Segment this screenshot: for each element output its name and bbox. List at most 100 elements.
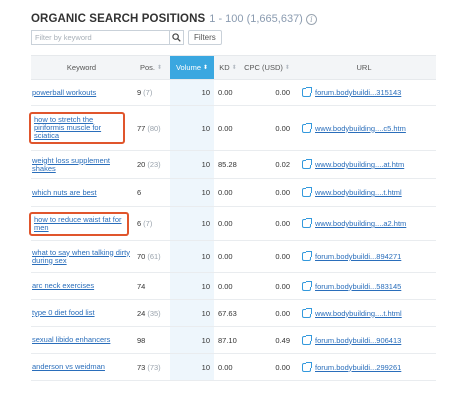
- cpc-value: 0.00: [275, 188, 290, 197]
- cpc-value: 0.00: [275, 308, 290, 318]
- volume-value: 10: [201, 188, 210, 197]
- previous-position: (35): [147, 308, 161, 318]
- position-value: 6: [137, 188, 142, 197]
- cpc-value: 0.02: [275, 160, 290, 169]
- keyword-link[interactable]: sexual libido enhancers: [32, 336, 110, 344]
- url-link[interactable]: www.bodybuilding....a2.htm: [315, 219, 406, 228]
- sort-icon: ⬍: [231, 64, 237, 71]
- url-link[interactable]: www.bodybuilding....t.html: [315, 188, 402, 197]
- table-row: arc neck exercises 74 10 0.00 0.00 forum…: [31, 273, 436, 300]
- previous-position: (73): [147, 362, 161, 372]
- previous-position: (7): [143, 219, 153, 228]
- volume-value: 10: [201, 88, 210, 97]
- previous-position: (7): [143, 88, 153, 97]
- kd-value: 0.00: [218, 188, 233, 197]
- position-value: 6: [137, 219, 142, 228]
- external-link-icon[interactable]: [302, 187, 312, 197]
- external-link-icon[interactable]: [302, 122, 312, 133]
- volume-value: 10: [201, 308, 210, 318]
- cpc-value: 0.00: [275, 88, 290, 97]
- column-header-keyword[interactable]: Keyword: [31, 56, 132, 79]
- kd-value: 85.28: [218, 160, 237, 169]
- cpc-value: 0.00: [275, 219, 290, 228]
- position-value: 73: [137, 362, 146, 372]
- keyword-filter-input[interactable]: [31, 30, 169, 45]
- kd-value: 0.00: [218, 123, 233, 133]
- positions-table: Keyword Pos. ⬍ Volume ⬍ KD ⬍ CPC (USD) ⬍ URL…: [29, 55, 436, 381]
- url-link[interactable]: www.bodybuilding....at.htm: [315, 160, 404, 169]
- column-header-url[interactable]: URL: [292, 56, 436, 79]
- volume-value: 10: [201, 362, 210, 372]
- volume-value: 10: [201, 281, 210, 291]
- search-button[interactable]: [169, 30, 184, 45]
- url-link[interactable]: forum.bodybuildi...299261: [315, 363, 401, 372]
- previous-position: (23): [147, 160, 161, 169]
- url-link[interactable]: forum.bodybuildi...906413: [315, 336, 401, 345]
- table-row: weight loss supplement shakes 20 (23) 10 …: [31, 151, 436, 179]
- cpc-value: 0.49: [275, 335, 290, 345]
- position-value: 74: [137, 281, 146, 291]
- table-row: powerball workouts 9 (7) 10 0.00 0.00 for…: [31, 80, 436, 106]
- keyword-link[interactable]: how to stretch the piriformis muscle for…: [29, 112, 125, 144]
- position-value: 98: [137, 335, 146, 345]
- external-link-icon[interactable]: [302, 280, 312, 291]
- table-row: sexual libido enhancers 98 10 87.10 0.49…: [31, 327, 436, 354]
- table-row: how to reduce waist fat for men 6 (7) 10 …: [29, 207, 436, 241]
- volume-value: 10: [201, 335, 210, 345]
- kd-value: 0.00: [218, 281, 233, 291]
- external-link-icon[interactable]: [302, 334, 312, 345]
- external-link-icon[interactable]: [302, 159, 312, 169]
- table-header-row: Keyword Pos. ⬍ Volume ⬍ KD ⬍ CPC (USD) ⬍ URL: [31, 55, 436, 80]
- keyword-link[interactable]: weight loss supplement shakes: [32, 156, 128, 173]
- report-title: ORGANIC SEARCH POSITIONS: [31, 13, 206, 25]
- filter-bar: Filters: [31, 30, 222, 45]
- kd-value: 67.63: [218, 308, 237, 318]
- external-link-icon[interactable]: [302, 251, 312, 261]
- keyword-link[interactable]: type 0 diet food list: [32, 309, 95, 317]
- column-header-volume[interactable]: Volume ⬍: [170, 56, 214, 79]
- keyword-link[interactable]: how to reduce waist fat for men: [29, 211, 129, 236]
- sort-icon: ⬍: [284, 64, 290, 71]
- external-link-icon[interactable]: [302, 361, 312, 372]
- kd-value: 0.00: [218, 252, 233, 261]
- table-row: which nuts are best 6 10 0.00 0.00 www.b…: [31, 179, 436, 207]
- column-header-kd[interactable]: KD ⬍: [214, 56, 242, 79]
- url-link[interactable]: forum.bodybuildi...315143: [315, 88, 401, 97]
- url-link[interactable]: forum.bodybuildi...894271: [315, 252, 401, 261]
- keyword-link[interactable]: arc neck exercises: [32, 282, 94, 290]
- cpc-value: 0.00: [275, 362, 290, 372]
- cpc-value: 0.00: [275, 252, 290, 261]
- external-link-icon[interactable]: [302, 87, 312, 97]
- keyword-link[interactable]: powerball workouts: [32, 88, 96, 97]
- url-link[interactable]: www.bodybuilding....c5.htm: [315, 124, 406, 133]
- keyword-link[interactable]: what to say when talking dirty during se…: [32, 248, 130, 265]
- volume-value: 10: [201, 252, 210, 261]
- keyword-link[interactable]: anderson vs weidman: [32, 363, 105, 371]
- report-header: ORGANIC SEARCH POSITIONS 1 - 100 (1,665,…: [31, 11, 317, 27]
- table-row: what to say when talking dirty during se…: [31, 241, 436, 273]
- filters-button[interactable]: Filters: [188, 30, 222, 45]
- result-range: 1 - 100 (1,665,637): [209, 13, 303, 25]
- url-link[interactable]: forum.bodybuildi...583145: [315, 282, 401, 291]
- table-row: anderson vs weidman 73 (73) 10 0.00 0.00 …: [31, 354, 436, 381]
- column-header-cpc[interactable]: CPC (USD) ⬍: [242, 56, 292, 79]
- search-icon: [172, 33, 181, 42]
- sort-icon: ⬍: [156, 64, 163, 71]
- cpc-value: 0.00: [275, 123, 290, 133]
- keyword-link[interactable]: which nuts are best: [32, 188, 97, 197]
- volume-value: 10: [201, 219, 210, 228]
- cpc-value: 0.00: [275, 281, 290, 291]
- previous-position: (80): [147, 123, 161, 133]
- position-value: 24: [137, 308, 146, 318]
- info-icon[interactable]: i: [305, 13, 317, 25]
- column-header-position[interactable]: Pos. ⬍: [132, 56, 170, 79]
- external-link-icon[interactable]: [302, 218, 312, 228]
- kd-value: 0.00: [218, 88, 233, 97]
- volume-value: 10: [201, 123, 210, 133]
- url-link[interactable]: www.bodybuilding....t.html: [315, 309, 402, 318]
- sort-icon: ⬍: [203, 64, 209, 71]
- position-value: 20: [137, 160, 146, 169]
- external-link-icon[interactable]: [302, 307, 312, 318]
- position-value: 9: [137, 88, 142, 97]
- kd-value: 0.00: [218, 219, 233, 228]
